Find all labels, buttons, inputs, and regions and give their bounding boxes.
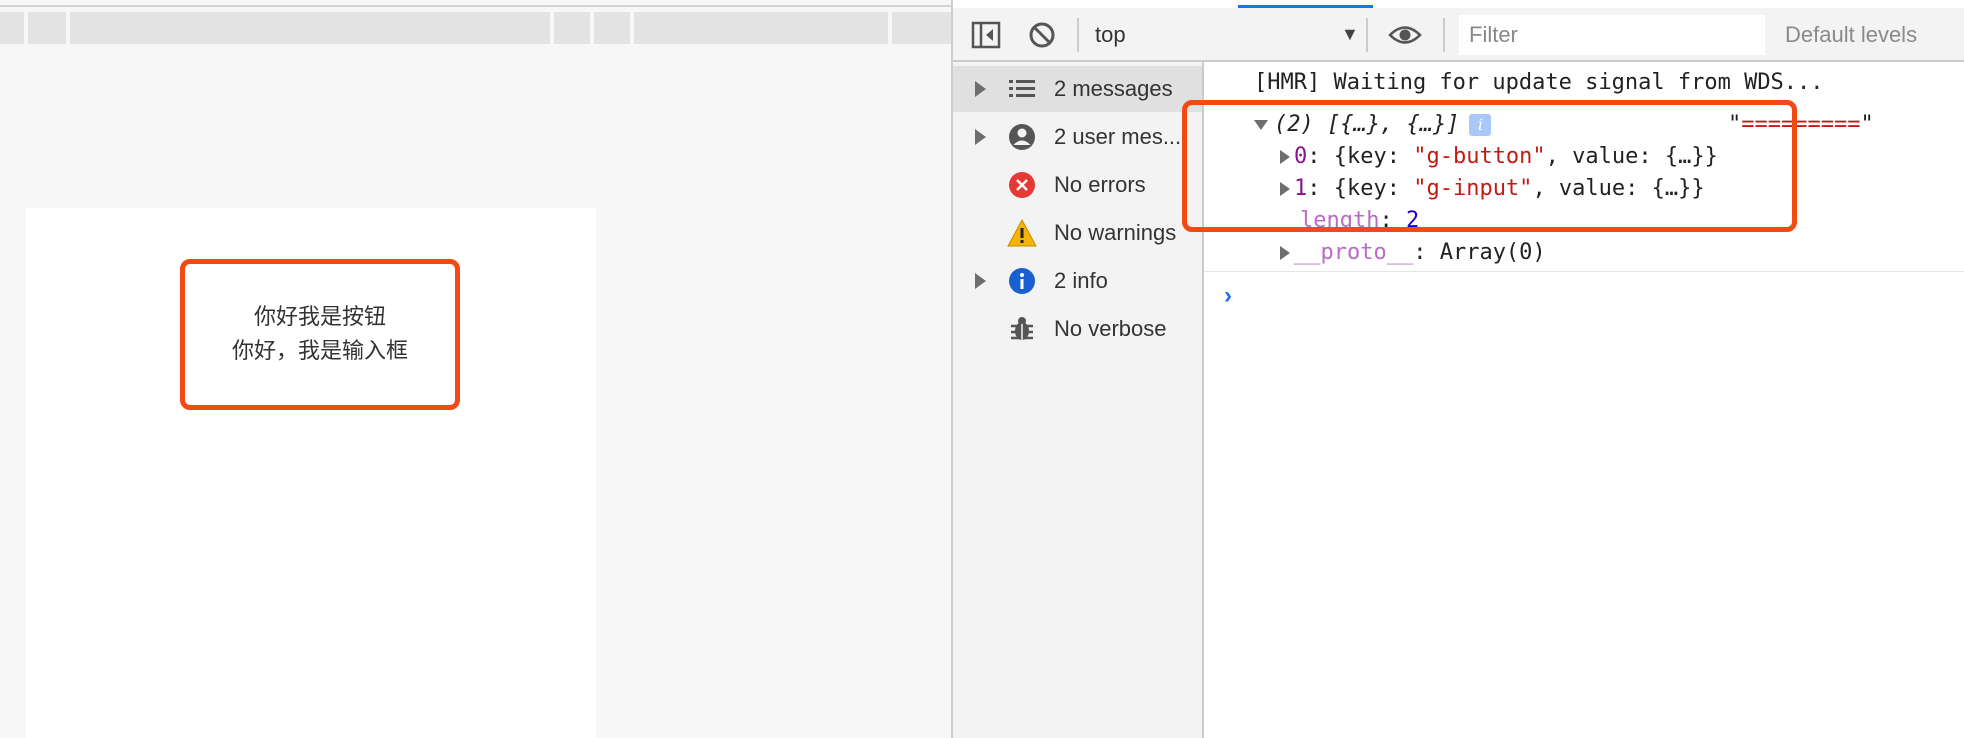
entry-prefix: : {key: — [1307, 144, 1414, 169]
entry-key: "g-input" — [1413, 176, 1533, 201]
proto-key: __proto__ — [1294, 240, 1414, 265]
toolbar-divider — [1443, 18, 1445, 52]
component-demo-box: 你好我是按钮 你好，我是输入框 — [180, 259, 460, 410]
collapse-arrow-icon[interactable] — [1254, 120, 1268, 130]
expand-arrow-icon[interactable] — [1280, 246, 1290, 260]
expand-arrow-icon — [975, 273, 986, 289]
list-icon — [1007, 74, 1037, 104]
tab-separator — [590, 12, 594, 44]
sidebar-item-label: 2 messages — [1054, 76, 1173, 101]
message-divider — [1204, 271, 1964, 272]
entry-key: "g-button" — [1413, 144, 1546, 169]
block-icon — [1029, 22, 1055, 48]
toolbar-divider — [1366, 18, 1368, 52]
demo-button-text[interactable]: 你好我是按钮 — [254, 301, 386, 335]
console-message-hmr: [HMR] Waiting for update signal from WDS… — [1254, 70, 1824, 95]
tab-separator — [66, 12, 70, 44]
bug-icon — [1007, 314, 1037, 344]
entry-index: 0 — [1294, 144, 1308, 169]
console-toolbar: top ▼ Default levels — [953, 8, 1964, 62]
filter-input[interactable] — [1459, 15, 1765, 55]
sidebar-item-label: No verbose — [1054, 316, 1167, 341]
sidebar-item-verbose[interactable]: No verbose — [953, 306, 1202, 352]
console-log-string: "=========" — [1728, 112, 1874, 137]
entry-index: 1 — [1294, 176, 1308, 201]
toolbar-divider — [1077, 18, 1079, 52]
info-icon — [1007, 266, 1037, 296]
clear-console-button[interactable] — [1025, 18, 1059, 52]
context-label: top — [1095, 22, 1126, 47]
console-sidebar: 2 messages 2 user mes... No errors No wa… — [953, 62, 1204, 738]
expand-arrow-icon[interactable] — [1280, 182, 1290, 196]
proto-value: : Array(0) — [1413, 240, 1546, 265]
error-icon — [1007, 170, 1037, 200]
page-viewport: 你好我是按钮 你好，我是输入框 — [0, 0, 951, 738]
devtools-panel: top ▼ Default levels 2 messages — [951, 0, 1964, 738]
top-ruler — [0, 5, 951, 7]
demo-input-text[interactable]: 你好，我是输入框 — [232, 335, 408, 369]
sidebar-toggle-button[interactable] — [969, 18, 1003, 52]
user-icon — [1007, 122, 1037, 152]
console-output: [HMR] Waiting for update signal from WDS… — [1204, 62, 1964, 738]
expand-arrow-icon — [975, 81, 986, 97]
length-value: 2 — [1405, 208, 1420, 233]
tab-separator — [888, 12, 892, 44]
eye-icon — [1388, 26, 1422, 44]
log-levels-dropdown[interactable]: Default levels — [1785, 22, 1917, 48]
sidebar-item-label: 2 info — [1054, 268, 1108, 293]
array-entry-1[interactable]: 1: {key: "g-input", value: {…}} — [1280, 176, 1705, 201]
entry-suffix: , value: {…}} — [1545, 144, 1718, 169]
expand-arrow-icon[interactable] — [1280, 150, 1290, 164]
array-proto-row[interactable]: __proto__: Array(0) — [1280, 240, 1546, 265]
quote-close: " — [1860, 112, 1874, 137]
sidebar-item-messages[interactable]: 2 messages — [953, 66, 1202, 112]
console-message-array[interactable]: (2) [{…}, {…}] i — [1254, 112, 1492, 137]
entry-prefix: : {key: — [1307, 176, 1414, 201]
log-string-value: ========= — [1741, 112, 1861, 137]
tab-separator — [24, 12, 28, 44]
sidebar-item-label: No warnings — [1054, 220, 1177, 245]
tab-separator — [630, 12, 634, 44]
console-prompt[interactable]: › — [1224, 282, 1232, 310]
sidebar-item-label: No errors — [1054, 172, 1146, 197]
sidebar-toggle-icon — [971, 21, 1001, 49]
array-entry-0[interactable]: 0: {key: "g-button", value: {…}} — [1280, 144, 1718, 169]
live-expression-button[interactable] — [1385, 18, 1425, 52]
tab-strip — [0, 12, 951, 44]
sidebar-item-label: 2 user mes... — [1054, 124, 1182, 149]
array-length-row: length: 2 — [1300, 208, 1419, 233]
expand-arrow-icon — [975, 129, 986, 145]
length-key: length — [1300, 208, 1380, 233]
quote-open: " — [1728, 112, 1742, 137]
array-summary: (2) [{…}, {…}] — [1274, 112, 1460, 137]
warning-icon — [1007, 218, 1037, 248]
sidebar-item-errors[interactable]: No errors — [953, 162, 1202, 208]
info-badge-icon[interactable]: i — [1469, 114, 1492, 136]
sidebar-item-info[interactable]: 2 info — [953, 258, 1202, 304]
chevron-down-icon: ▼ — [1341, 24, 1359, 44]
tab-separator — [550, 12, 554, 44]
sidebar-item-warnings[interactable]: No warnings — [953, 210, 1202, 256]
sidebar-item-user-messages[interactable]: 2 user mes... — [953, 114, 1202, 160]
entry-suffix: , value: {…}} — [1532, 176, 1705, 201]
length-separator: : — [1379, 208, 1406, 233]
